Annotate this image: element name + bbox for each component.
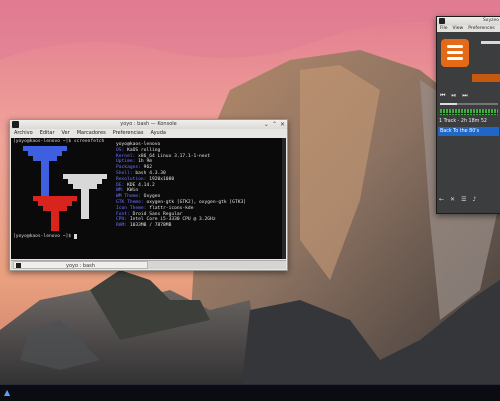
terminal-icon (16, 263, 21, 268)
next-button[interactable]: ⏭ (462, 92, 467, 100)
menu-editar[interactable]: Editar (40, 129, 55, 137)
tab-label: yoyo : bash (66, 263, 95, 269)
play-pause-button[interactable]: ⏯ (451, 92, 456, 100)
seek-bar[interactable] (440, 103, 498, 105)
system-info: yoyo@kaos-lenovo OS: KaOS rolling Kernel… (116, 142, 246, 229)
playlist-area[interactable] (438, 137, 499, 205)
window-title: yoyo : bash — Konsole (120, 121, 177, 127)
player-title: Soyzeo (482, 18, 499, 23)
terminal-scrollbar[interactable] (282, 138, 286, 259)
cursor (73, 234, 77, 239)
close-button[interactable]: ✕ (280, 120, 285, 129)
lyrics-button[interactable]: ♪ (472, 196, 476, 203)
taskbar: ▲ (0, 384, 500, 401)
menu-marcadores[interactable]: Marcadores (77, 129, 106, 137)
konsole-titlebar[interactable]: yoyo : bash — Konsole ⌄ ⌃ ✕ (10, 120, 287, 129)
terminal-area[interactable]: [yoyo@kaos-lenovo ~]$ screenfetch yoyo@k… (11, 138, 286, 259)
player-menubar: File View Preferences (437, 25, 500, 32)
minimize-button[interactable]: ⌄ (264, 120, 269, 129)
playback-controls: ⏮ ⏯ ⏭ (440, 92, 468, 100)
player-logo-icon (441, 39, 469, 67)
menu-ayuda[interactable]: Ayuda (150, 129, 165, 137)
spectrum-divider (440, 113, 498, 114)
artist-label-bar (481, 41, 500, 44)
konsole-tabbar: yoyo : bash (11, 260, 286, 269)
tab-bash[interactable]: yoyo : bash (13, 261, 148, 269)
player-titlebar[interactable]: Soyzeo (437, 17, 500, 25)
info-row: RAM: 1033MB / 7878MB (116, 223, 172, 229)
menu-preferences[interactable]: Preferences (468, 25, 494, 32)
back-button[interactable]: ← (439, 196, 444, 203)
app-icon (439, 18, 445, 24)
menu-view[interactable]: View (453, 25, 464, 32)
track-info: 1 Track - 2h 18m 52 (439, 119, 487, 124)
distro-logo-icon (23, 146, 107, 231)
menu-ver[interactable]: Ver (62, 129, 70, 137)
konsole-window[interactable]: yoyo : bash — Konsole ⌄ ⌃ ✕ Archivo Edit… (9, 119, 288, 271)
spectrum-analyzer (440, 109, 498, 115)
maximize-button[interactable]: ⌃ (272, 120, 277, 129)
menu-archivo[interactable]: Archivo (14, 129, 33, 137)
previous-button[interactable]: ⏮ (440, 92, 445, 100)
music-player-window[interactable]: Soyzeo File View Preferences ⏮ ⏯ ⏭ 1 Tra… (436, 16, 500, 214)
playlist-item[interactable]: Back To the 80's (438, 127, 499, 136)
player-bottom-controls: ← ✕ ☰ ♪ (439, 196, 476, 203)
shuffle-button[interactable]: ✕ (450, 196, 455, 203)
menu-file[interactable]: File (440, 25, 448, 32)
start-menu-icon[interactable]: ▲ (4, 389, 12, 397)
menu-preferencias[interactable]: Preferencias (113, 129, 144, 137)
konsole-menubar: Archivo Editar Ver Marcadores Preferenci… (10, 129, 287, 137)
volume-indicator[interactable] (472, 74, 500, 82)
seek-bar-fill (440, 103, 458, 105)
playlist-button[interactable]: ☰ (461, 196, 466, 203)
prompt-line: [yoyo@kaos-lenovo ~]$ screenfetch (13, 139, 105, 144)
prompt-line: [yoyo@kaos-lenovo ~]$ (13, 234, 77, 240)
